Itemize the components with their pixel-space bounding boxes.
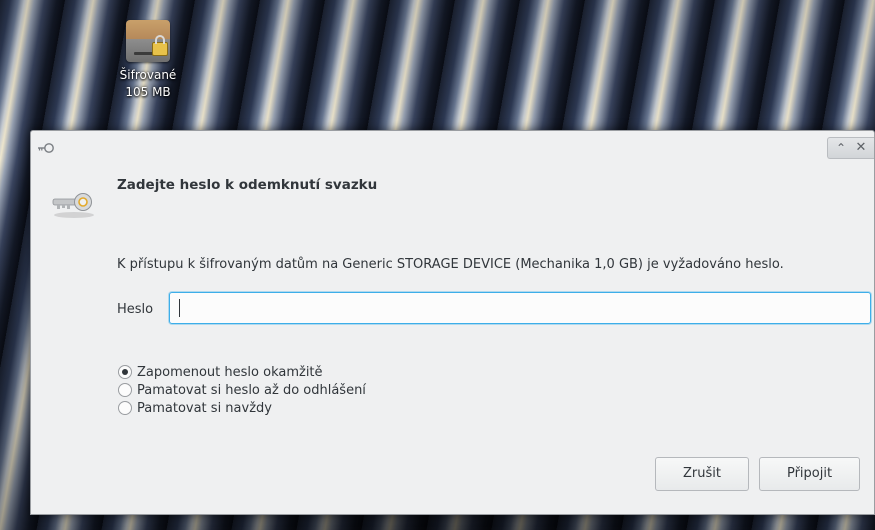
option-label: Zapomenout heslo okamžitě xyxy=(137,364,323,380)
desktop-icon-size: 105 MB xyxy=(125,85,171,99)
connect-button[interactable]: Připojit xyxy=(759,457,860,491)
option-remember-until-logout[interactable]: Pamatovat si heslo až do odhlášení xyxy=(118,381,366,399)
radio-button-checked[interactable] xyxy=(118,365,132,379)
cancel-button[interactable]: Zrušit xyxy=(655,457,749,491)
desktop-icon-label: Šifrované xyxy=(119,68,177,82)
dialog-message: K přístupu k šifrovaným datům na Generic… xyxy=(117,257,784,272)
key-icon xyxy=(37,139,55,158)
radio-button[interactable] xyxy=(118,383,132,397)
remember-options: Zapomenout heslo okamžitě Pamatovat si h… xyxy=(118,363,366,417)
dialog-heading: Zadejte heslo k odemknutí svazku xyxy=(117,177,378,193)
option-forget-immediately[interactable]: Zapomenout heslo okamžitě xyxy=(118,363,366,381)
dialog-titlebar[interactable]: ⌃ ✕ xyxy=(31,131,874,161)
option-label: Pamatovat si navždy xyxy=(137,400,272,416)
maximize-button[interactable]: ⌃ xyxy=(832,139,850,157)
password-input[interactable] xyxy=(169,292,871,324)
password-label: Heslo xyxy=(117,302,154,317)
option-label: Pamatovat si heslo až do odhlášení xyxy=(137,382,366,398)
titlebar-button-group: ⌃ ✕ xyxy=(827,137,874,159)
option-remember-forever[interactable]: Pamatovat si navždy xyxy=(118,399,366,417)
radio-button[interactable] xyxy=(118,401,132,415)
encrypted-drive-desktop-icon[interactable]: Šifrované 105 MB xyxy=(108,16,188,100)
locked-drive-icon xyxy=(124,16,172,66)
large-key-icon xyxy=(51,189,97,223)
close-button[interactable]: ✕ xyxy=(852,139,870,157)
